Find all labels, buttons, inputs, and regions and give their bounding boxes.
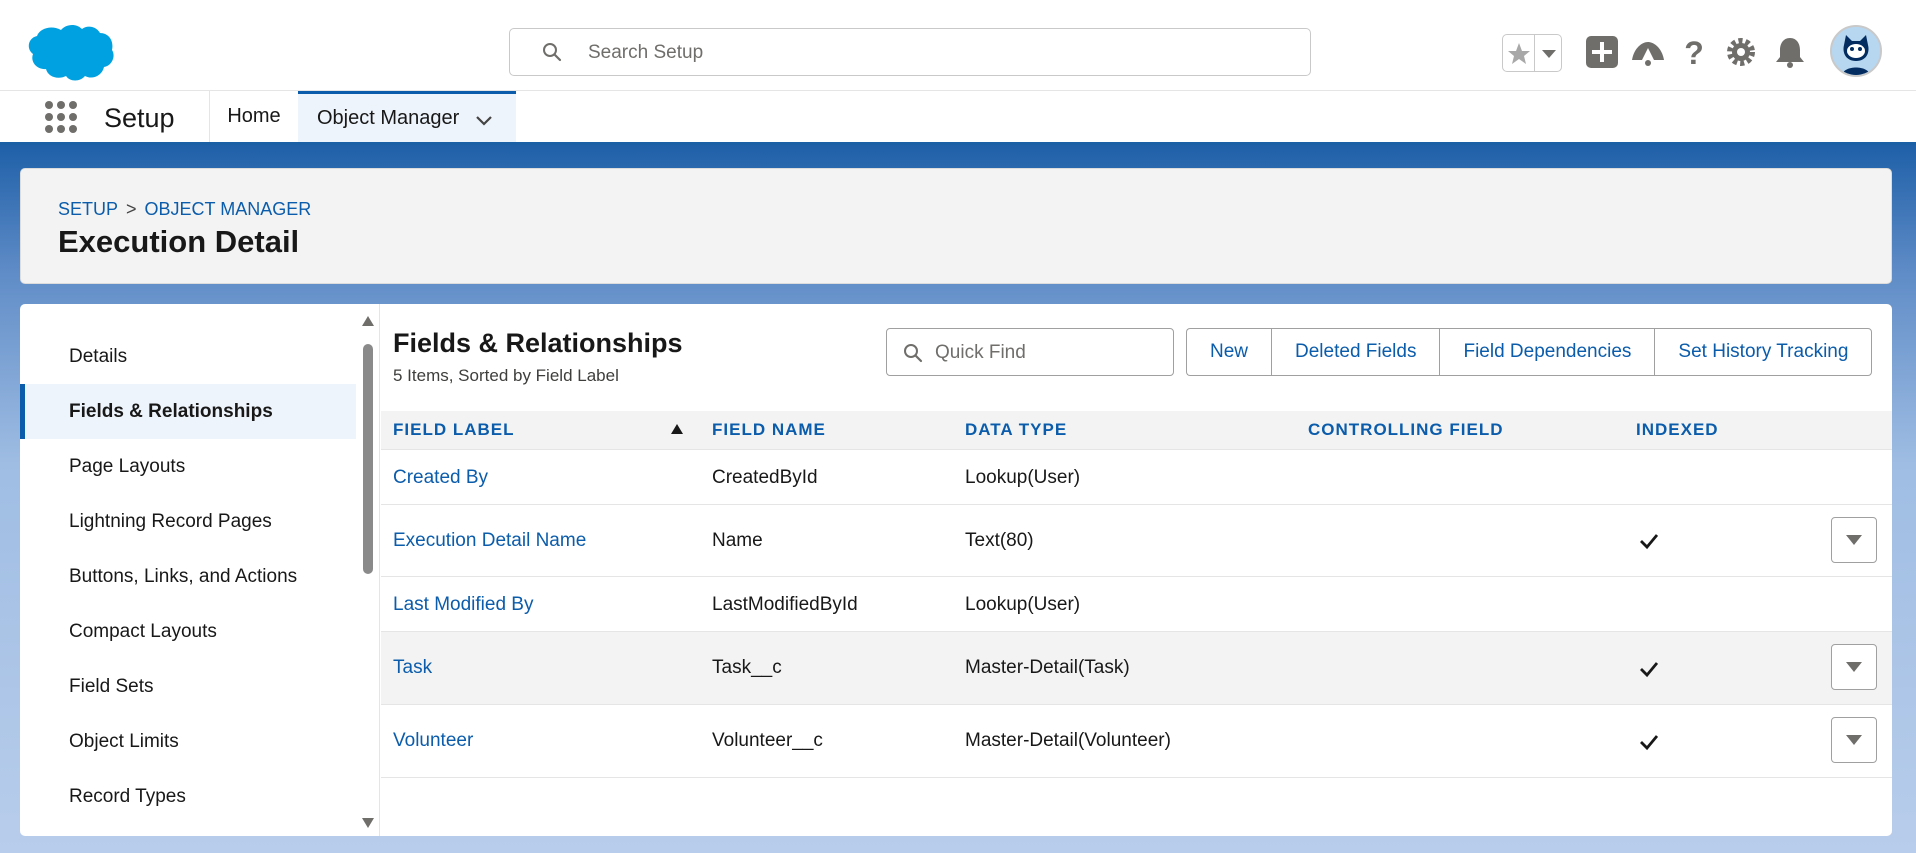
scrollbar-thumb[interactable] (363, 344, 373, 574)
chevron-down-icon[interactable] (474, 110, 494, 130)
help-icon[interactable]: ? (1676, 34, 1712, 70)
scroll-up-icon[interactable] (362, 316, 374, 326)
quick-find-placeholder: Quick Find (935, 342, 1026, 363)
indexed-check-icon (1640, 662, 1659, 678)
field-name: Task__c (712, 657, 782, 678)
breadcrumb-object-manager[interactable]: OBJECT MANAGER (145, 199, 312, 219)
sidebar-item-record-types[interactable]: Record Types (20, 769, 356, 824)
favorites-star-icon[interactable] (1503, 35, 1535, 71)
breadcrumb-separator: > (126, 199, 137, 219)
tab-object-manager-label: Object Manager (317, 107, 460, 129)
data-type: Master-Detail(Volunteer) (965, 730, 1171, 751)
table-header: FIELD LABEL FIELD NAME DATA TYPE CONTROL… (381, 411, 1892, 450)
chevron-down-icon (1846, 662, 1862, 672)
favorites-dropdown-icon[interactable] (1537, 35, 1561, 71)
row-actions-dropdown[interactable] (1831, 644, 1877, 690)
indexed-check-icon (1640, 534, 1659, 550)
sort-ascending-icon[interactable] (671, 424, 683, 434)
row-actions-dropdown[interactable] (1831, 517, 1877, 563)
tab-object-manager[interactable]: Object Manager (298, 91, 516, 142)
svg-text:?: ? (1684, 35, 1704, 70)
search-icon (904, 344, 923, 363)
trailhead-icon[interactable] (1630, 34, 1666, 70)
global-header: Search Setup ? (0, 0, 1916, 91)
favorites-button[interactable] (1502, 34, 1562, 72)
search-icon (543, 43, 562, 62)
sidebar-item-object-limits[interactable]: Object Limits (20, 714, 356, 769)
field-name: CreatedById (712, 467, 818, 488)
table-row: Task Task__c Master-Detail(Task) (381, 632, 1892, 705)
section-title: Fields & Relationships (393, 328, 683, 358)
new-button[interactable]: New (1186, 328, 1272, 376)
sidebar-item-fields-relationships[interactable]: Fields & Relationships (20, 384, 356, 439)
table-row: Volunteer Volunteer__c Master-Detail(Vol… (381, 705, 1892, 778)
table-row: Created By CreatedById Lookup(User) (381, 450, 1892, 505)
sidebar-item-field-sets[interactable]: Field Sets (20, 659, 356, 714)
field-label-link[interactable]: Volunteer (393, 730, 473, 752)
main-card: Details Fields & Relationships Page Layo… (20, 304, 1892, 836)
field-label-link[interactable]: Execution Detail Name (393, 530, 586, 552)
section-subtitle: 5 Items, Sorted by Field Label (393, 366, 619, 385)
quick-find-input[interactable]: Quick Find (886, 328, 1174, 376)
search-placeholder: Search Setup (588, 42, 704, 63)
chevron-down-icon (1846, 535, 1862, 545)
add-icon[interactable] (1584, 34, 1620, 70)
sidebar: Details Fields & Relationships Page Layo… (20, 304, 380, 836)
sidebar-scrollbar[interactable] (358, 312, 378, 832)
field-label-link[interactable]: Last Modified By (393, 594, 533, 616)
chevron-down-icon (1846, 735, 1862, 745)
tab-home[interactable]: Home (210, 91, 298, 142)
sidebar-item-buttons-links-actions[interactable]: Buttons, Links, and Actions (20, 549, 356, 604)
setup-gear-icon[interactable] (1723, 34, 1759, 70)
column-header-indexed[interactable]: INDEXED (1636, 411, 1719, 449)
table-row: Last Modified By LastModifiedById Lookup… (381, 577, 1892, 632)
app-name: Setup (104, 103, 175, 133)
sidebar-item-details[interactable]: Details (20, 329, 356, 384)
notifications-bell-icon[interactable] (1772, 34, 1808, 70)
column-header-data-type[interactable]: DATA TYPE (965, 411, 1067, 449)
table-row: Execution Detail Name Name Text(80) (381, 505, 1892, 577)
field-label-link[interactable]: Task (393, 657, 432, 679)
action-button-group: New Deleted Fields Field Dependencies Se… (1186, 328, 1873, 376)
column-header-field-name[interactable]: FIELD NAME (712, 411, 826, 449)
field-label-link[interactable]: Created By (393, 467, 488, 489)
scroll-down-icon[interactable] (362, 818, 374, 828)
data-type: Text(80) (965, 530, 1034, 551)
sidebar-item-compact-layouts[interactable]: Compact Layouts (20, 604, 356, 659)
data-type: Master-Detail(Task) (965, 657, 1130, 678)
salesforce-logo[interactable] (24, 22, 114, 84)
sidebar-item-lightning-record-pages[interactable]: Lightning Record Pages (20, 494, 356, 549)
page-title: Execution Detail (58, 224, 300, 259)
context-bar: Setup Home Object Manager (0, 91, 1916, 145)
column-header-field-label[interactable]: FIELD LABEL (393, 411, 515, 449)
breadcrumb: SETUP > OBJECT MANAGER (58, 199, 311, 220)
set-history-tracking-button[interactable]: Set History Tracking (1654, 328, 1873, 376)
indexed-check-icon (1640, 735, 1659, 751)
setup-search-input[interactable]: Search Setup (509, 28, 1311, 76)
data-type: Lookup(User) (965, 467, 1081, 488)
avatar[interactable] (1830, 25, 1882, 77)
deleted-fields-button[interactable]: Deleted Fields (1271, 328, 1440, 376)
row-actions-dropdown[interactable] (1831, 717, 1877, 763)
field-name: LastModifiedById (712, 594, 858, 615)
field-name: Name (712, 530, 763, 551)
field-name: Volunteer__c (712, 730, 823, 751)
column-header-controlling-field[interactable]: CONTROLLING FIELD (1308, 411, 1503, 449)
sidebar-item-page-layouts[interactable]: Page Layouts (20, 439, 356, 494)
field-dependencies-button[interactable]: Field Dependencies (1439, 328, 1655, 376)
page-header: SETUP > OBJECT MANAGER Execution Detail (20, 168, 1892, 284)
breadcrumb-setup[interactable]: SETUP (58, 199, 118, 219)
data-type: Lookup(User) (965, 594, 1081, 615)
app-launcher-icon[interactable] (44, 100, 78, 134)
